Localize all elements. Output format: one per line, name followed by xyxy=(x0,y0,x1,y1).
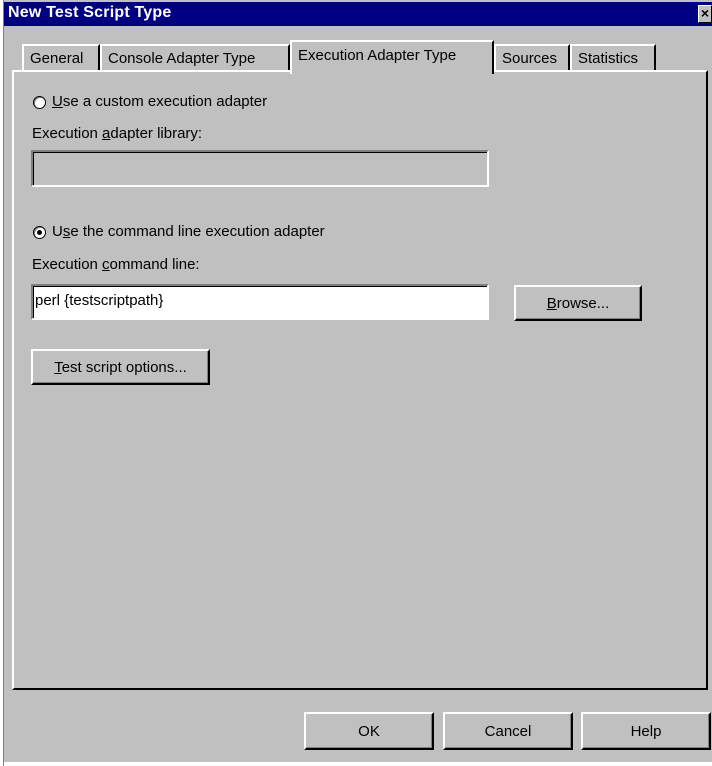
tab-label: Statistics xyxy=(578,50,639,67)
custom-adapter-label[interactable]: Use a custom execution adapter xyxy=(52,93,267,110)
cmdline-adapter-radio[interactable] xyxy=(33,226,46,239)
tab-sources[interactable]: Sources xyxy=(494,44,570,72)
tab-label: Console Adapter Type xyxy=(108,50,256,67)
library-field[interactable] xyxy=(31,150,489,187)
browse-button[interactable]: Browse... xyxy=(514,285,642,321)
tab-statistics[interactable]: Statistics xyxy=(570,44,656,72)
tab-console-adapter-type[interactable]: Console Adapter Type xyxy=(100,44,290,72)
library-label: Execution adapter library: xyxy=(32,125,203,142)
close-icon[interactable]: × xyxy=(698,5,712,23)
cmdline-adapter-label[interactable]: Use the command line execution adapter xyxy=(52,223,325,240)
window-title: New Test Script Type xyxy=(8,4,172,21)
cancel-button[interactable]: Cancel xyxy=(443,712,573,750)
tab-label: General xyxy=(30,50,84,67)
title-bar[interactable]: New Test Script Type × xyxy=(4,2,712,26)
tab-label: Sources xyxy=(502,50,558,67)
custom-adapter-radio[interactable] xyxy=(33,96,46,109)
tab-label: Execution Adapter Type xyxy=(298,47,457,64)
ok-button[interactable]: OK xyxy=(304,712,434,750)
tab-general[interactable]: General xyxy=(22,44,100,72)
radio-selected-dot xyxy=(37,230,42,235)
cmdline-label: Execution command line: xyxy=(32,256,200,273)
test-script-options-button[interactable]: Test script options... xyxy=(31,349,210,385)
cmdline-field[interactable] xyxy=(31,284,489,320)
tab-execution-adapter-type[interactable]: Execution Adapter Type xyxy=(290,40,494,74)
help-button[interactable]: Help xyxy=(581,712,711,750)
cmdline-input[interactable] xyxy=(35,289,475,311)
